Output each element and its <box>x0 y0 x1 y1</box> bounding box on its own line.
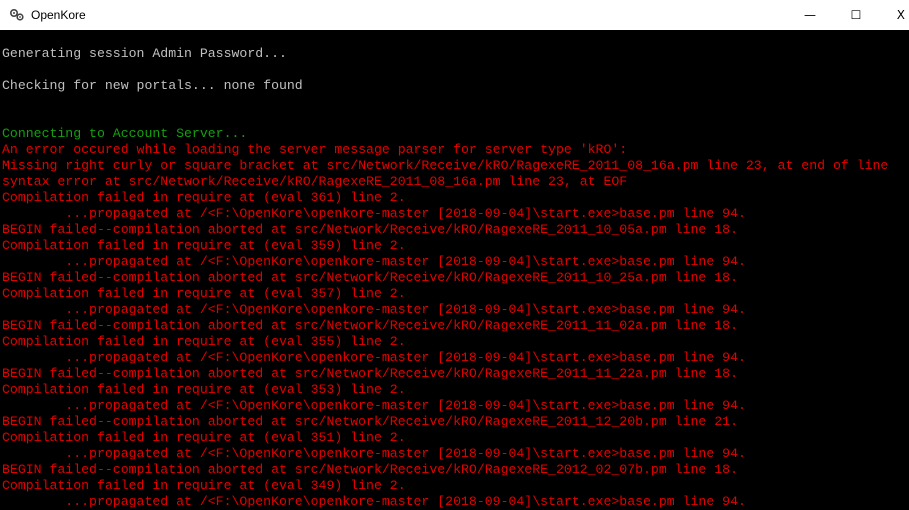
maximize-button[interactable]: ☐ <box>833 0 879 30</box>
window-controls: — ☐ X <box>787 0 909 30</box>
console-line: ...propagated at /<F:\OpenKore\openkore-… <box>2 494 746 509</box>
console-line: syntax error at src/Network/Receive/kRO/… <box>2 174 628 189</box>
console-line: An error occured while loading the serve… <box>2 142 628 157</box>
console-line: ...propagated at /<F:\OpenKore\openkore-… <box>2 350 746 365</box>
console-line: Checking for new portals... none found <box>2 78 303 93</box>
console-line: ...propagated at /<F:\OpenKore\openkore-… <box>2 398 746 413</box>
console-line: Compilation failed in require at (eval 3… <box>2 190 406 205</box>
console-line: Compilation failed in require at (eval 3… <box>2 478 406 493</box>
close-button[interactable]: X <box>879 0 909 30</box>
window-title: OpenKore <box>31 8 86 22</box>
minimize-button[interactable]: — <box>787 0 833 30</box>
console-line: Compilation failed in require at (eval 3… <box>2 238 406 253</box>
console-output[interactable]: Generating session Admin Password... Chec… <box>0 30 909 510</box>
console-line: BEGIN failed--compilation aborted at src… <box>2 270 738 285</box>
console-line: ...propagated at /<F:\OpenKore\openkore-… <box>2 302 746 317</box>
console-line: Compilation failed in require at (eval 3… <box>2 334 406 349</box>
console-line: ...propagated at /<F:\OpenKore\openkore-… <box>2 206 746 221</box>
console-line: BEGIN failed--compilation aborted at src… <box>2 462 738 477</box>
gears-icon <box>9 7 25 23</box>
console-line: Connecting to Account Server... <box>2 126 248 141</box>
console-line: Compilation failed in require at (eval 3… <box>2 286 406 301</box>
console-line: Compilation failed in require at (eval 3… <box>2 382 406 397</box>
console-line: ...propagated at /<F:\OpenKore\openkore-… <box>2 446 746 461</box>
console-line: BEGIN failed--compilation aborted at src… <box>2 222 738 237</box>
console-line: BEGIN failed--compilation aborted at src… <box>2 318 738 333</box>
console-line: BEGIN failed--compilation aborted at src… <box>2 366 738 381</box>
console-line: ...propagated at /<F:\OpenKore\openkore-… <box>2 254 746 269</box>
console-line: Compilation failed in require at (eval 3… <box>2 430 406 445</box>
console-line: Generating session Admin Password... <box>2 46 287 61</box>
console-line: BEGIN failed--compilation aborted at src… <box>2 414 738 429</box>
console-window: OpenKore — ☐ X Generating session Admin … <box>0 0 909 510</box>
title-bar[interactable]: OpenKore — ☐ X <box>0 0 909 30</box>
console-line: Missing right curly or square bracket at… <box>2 158 889 173</box>
